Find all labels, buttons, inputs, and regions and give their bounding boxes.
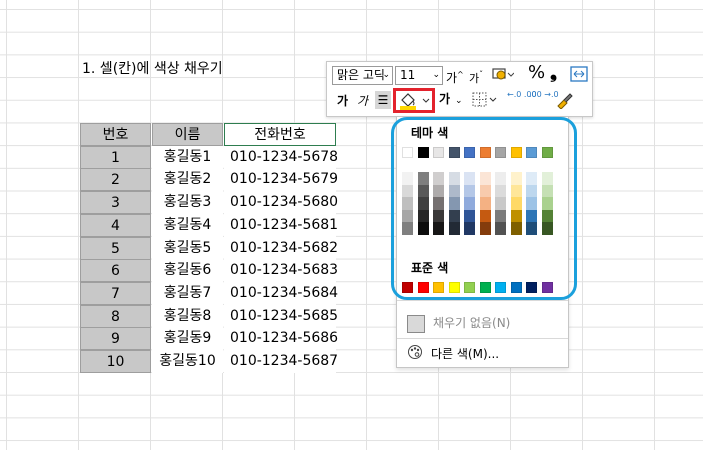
format-painter-button[interactable] — [555, 91, 573, 110]
font-name-select[interactable]: 맑은 고딕 ⌄ — [332, 66, 393, 85]
font-size-value: 11 — [400, 68, 416, 82]
format-painter-icon — [557, 93, 573, 110]
chevron-down-icon: ⌄ — [382, 70, 390, 80]
fill-color-button[interactable] — [393, 88, 435, 113]
table-cell[interactable]: 9 — [80, 327, 151, 351]
table-cell[interactable]: 8 — [80, 304, 151, 328]
comma-style-button[interactable]: ❟ — [550, 64, 557, 82]
table-cell[interactable]: 홍길동1 — [152, 145, 223, 169]
chevron-down-icon[interactable]: ⌄ — [455, 92, 463, 110]
no-fill-option[interactable]: 채우기 없음(N) — [407, 314, 510, 333]
borders-button[interactable] — [472, 92, 498, 110]
table-cell[interactable]: 홍길동10 — [152, 350, 223, 373]
color-palette-highlight — [391, 117, 577, 300]
table-cell[interactable]: 010-1234-5679 — [224, 168, 338, 192]
table-cell[interactable]: 홍길동2 — [152, 168, 223, 192]
table-header-1[interactable]: 이름 — [152, 123, 223, 146]
table-cell[interactable]: 1 — [80, 145, 151, 169]
font-color-button[interactable]: 가 — [439, 90, 450, 108]
more-colors-label: 다른 색(M)... — [431, 347, 500, 361]
merge-center-icon — [570, 66, 588, 82]
table-cell[interactable]: 010-1234-5680 — [224, 191, 338, 215]
more-colors-option[interactable]: 다른 색(M)... — [407, 344, 499, 365]
accounting-format-icon — [492, 68, 515, 80]
shrink-font-button[interactable]: 가ˇ — [469, 66, 483, 85]
table-cell[interactable]: 010-1234-5685 — [224, 304, 338, 328]
table-cell[interactable]: 010-1234-5682 — [224, 236, 338, 260]
fill-bucket-icon — [400, 93, 430, 110]
mini-toolbar: 맑은 고딕 ⌄ 11 ⌄ 가^ 가ˇ % ❟ 가 가 ☰ 가 ⌄ ←.0 .00… — [326, 61, 593, 117]
table-cell[interactable]: 010-1234-5683 — [224, 259, 338, 283]
table-cell[interactable]: 6 — [80, 259, 151, 283]
table-cell[interactable]: 010-1234-5686 — [224, 327, 338, 351]
chevron-down-icon: ⌄ — [432, 70, 440, 80]
table-cell[interactable]: 홍길동8 — [152, 304, 223, 328]
table-cell[interactable]: 홍길동6 — [152, 259, 223, 283]
grow-font-button[interactable]: 가^ — [446, 66, 464, 85]
table-cell[interactable]: 홍길동9 — [152, 327, 223, 351]
merge-center-button[interactable] — [570, 66, 588, 84]
no-fill-label: 채우기 없음(N) — [433, 316, 511, 330]
percent-style-button[interactable]: % — [528, 64, 545, 82]
table-cell[interactable]: 3 — [80, 191, 151, 215]
accounting-format-button[interactable] — [490, 66, 515, 84]
table-header-0[interactable]: 번호 — [80, 123, 151, 146]
table-cell[interactable]: 홍길동7 — [152, 281, 223, 305]
table-cell[interactable]: 홍길동3 — [152, 191, 223, 215]
align-center-button[interactable]: ☰ — [375, 91, 391, 109]
table-cell[interactable]: 5 — [80, 236, 151, 260]
table-header-2[interactable]: 전화번호 — [224, 123, 336, 146]
table-cell[interactable]: 홍길동5 — [152, 236, 223, 260]
borders-icon — [472, 92, 497, 107]
table-cell[interactable]: 홍길동4 — [152, 213, 223, 237]
table-cell[interactable]: 10 — [80, 350, 151, 373]
table-cell[interactable]: 2 — [80, 168, 151, 192]
table-cell[interactable]: 010-1234-5684 — [224, 281, 338, 305]
table-cell[interactable]: 010-1234-5687 — [224, 350, 338, 373]
sheet-heading: 1. 셀(칸)에 색상 채우기 — [82, 61, 223, 77]
font-size-select[interactable]: 11 ⌄ — [395, 66, 443, 85]
table-cell[interactable]: 010-1234-5681 — [224, 213, 338, 237]
table-cell[interactable]: 4 — [80, 213, 151, 237]
table-cell[interactable]: 7 — [80, 281, 151, 305]
table-cell[interactable]: 010-1234-5678 — [224, 145, 338, 169]
font-name-value: 맑은 고딕 — [337, 68, 385, 82]
palette-icon — [407, 344, 423, 365]
bold-button[interactable]: 가 — [337, 92, 348, 110]
no-fill-icon — [407, 314, 425, 333]
font-color-label: 가 — [439, 92, 451, 106]
italic-button[interactable]: 가 — [357, 92, 368, 110]
align-center-icon: ☰ — [377, 93, 389, 107]
